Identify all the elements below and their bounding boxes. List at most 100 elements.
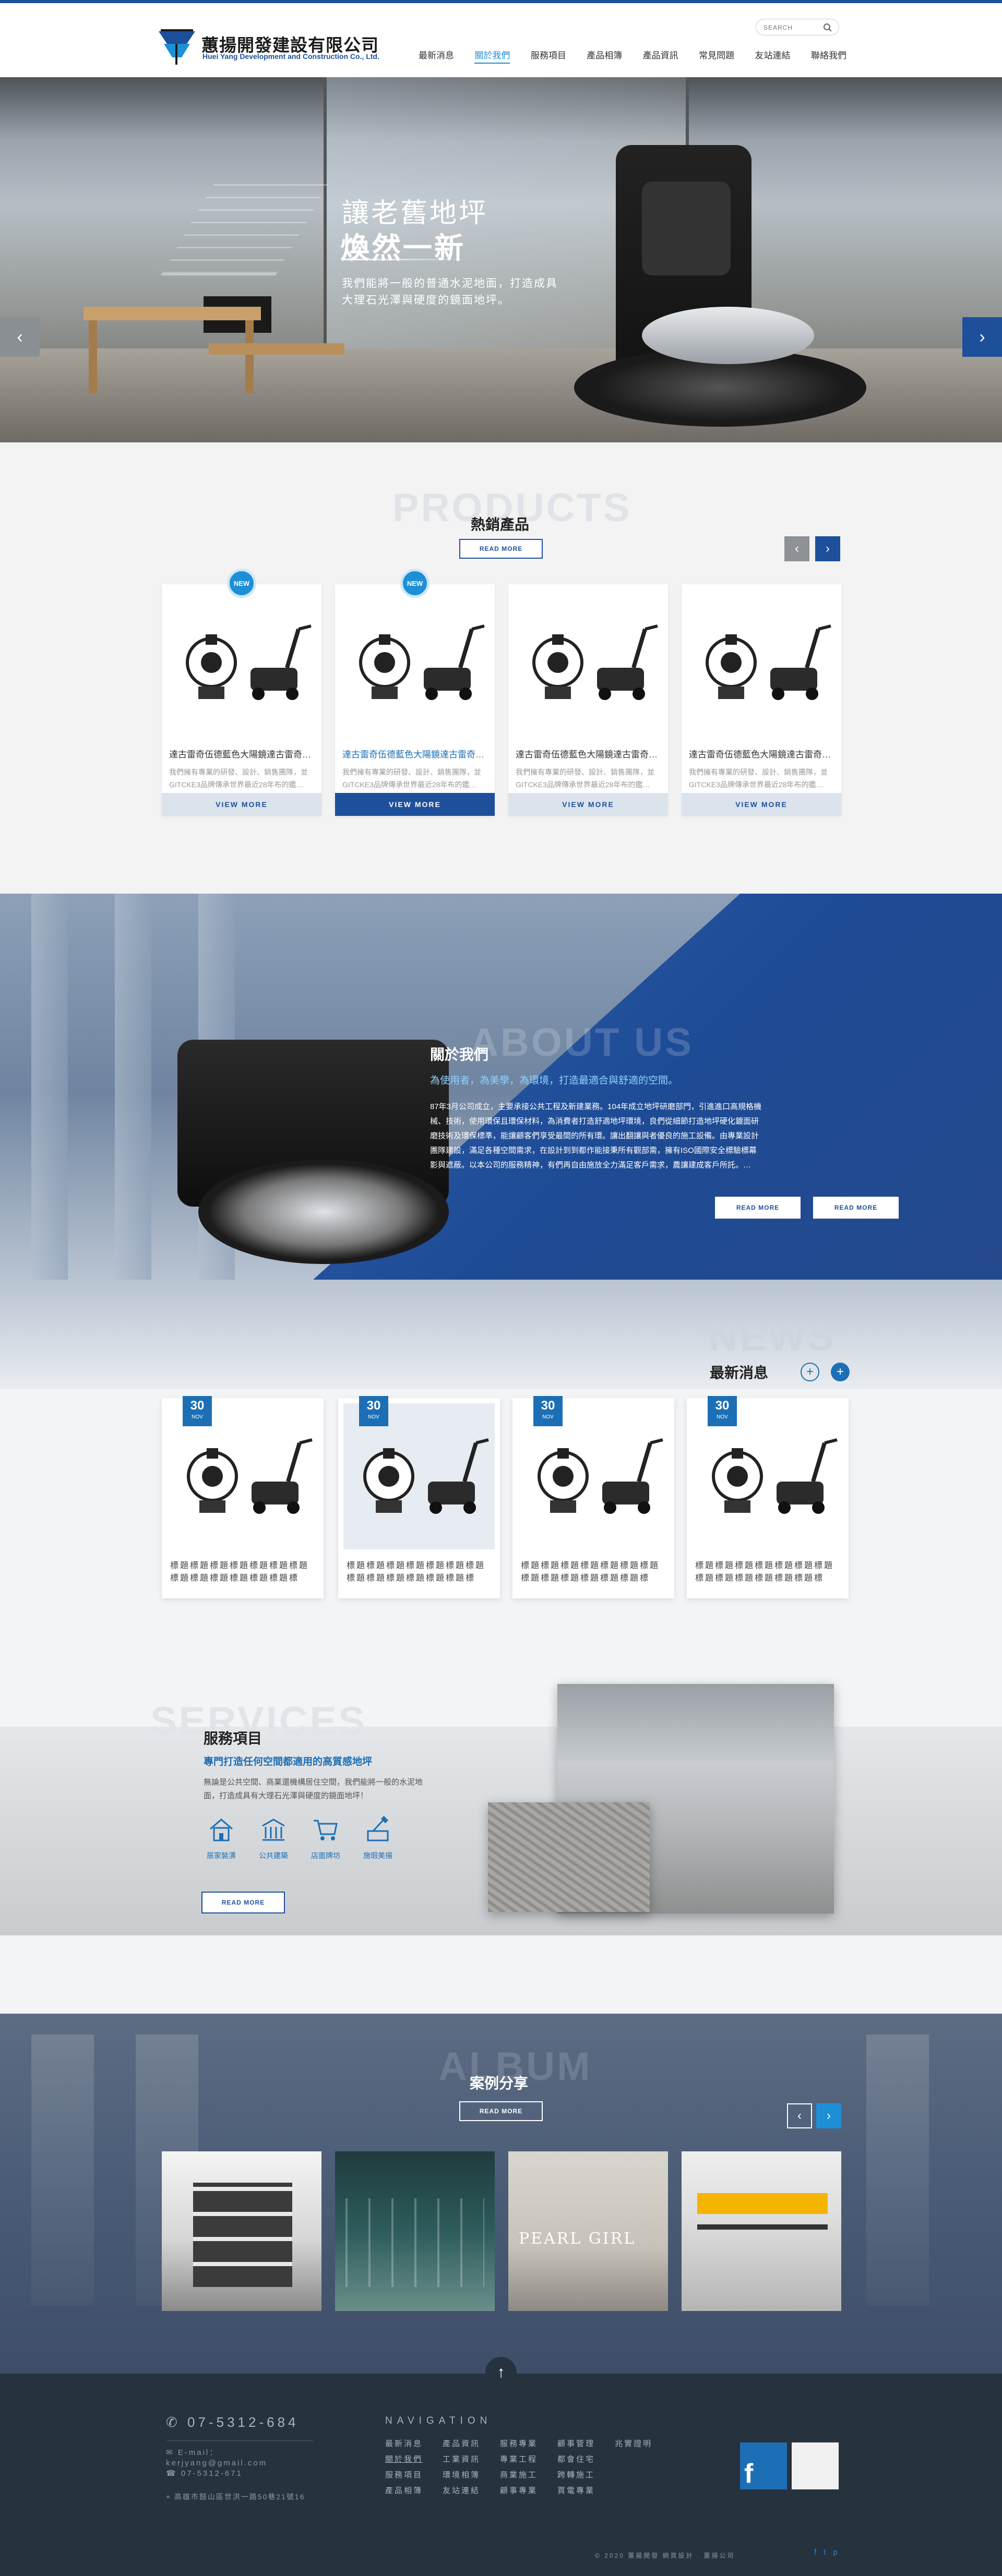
footer-nav-link[interactable]: 專業工程	[500, 2452, 538, 2467]
album-photo-office[interactable]	[682, 2151, 841, 2311]
footer-mail-label: E-mail：	[177, 2448, 219, 2457]
facebook-widget-panel[interactable]	[792, 2442, 839, 2489]
service-item-label: 施瑕美揚	[363, 1851, 392, 1860]
search-box[interactable]	[756, 19, 839, 35]
nav-item-links[interactable]: 友站連結	[755, 48, 791, 64]
product-desc: 我們擁有專業的研發、設計、銷售團隊，並 GITCKE3品牌傳承世界最近28年布的…	[342, 768, 481, 789]
news-card[interactable]: 標題標題標題標題標題標題標題標題標題標題標題標題標題標題…	[512, 1398, 674, 1598]
house-icon	[210, 1819, 233, 1841]
product-title: 達古雷奇伍德藍色大陽鏡達古雷奇伍德藍色大陽鏡	[169, 750, 315, 760]
search-icon[interactable]	[823, 23, 832, 32]
footer-nav-column: 兆實證明	[615, 2436, 652, 2499]
footer-nav-link[interactable]: 兆實證明	[615, 2436, 652, 2452]
footer-nav-link[interactable]: 產品相簿	[385, 2483, 423, 2499]
services-read-more-button[interactable]: READ MORE	[201, 1892, 285, 1913]
view-more-button[interactable]: VIEW MORE	[162, 793, 321, 816]
footer-nav-link[interactable]: 服務專業	[500, 2436, 538, 2452]
news-next-button[interactable]: +	[831, 1363, 850, 1381]
service-item-label: 店面牌坊	[311, 1851, 340, 1860]
services-title: 服務項目	[204, 1730, 263, 1747]
footer-nav-link[interactable]: 最新消息	[385, 2436, 423, 2452]
products-next-button[interactable]: ›	[815, 536, 840, 561]
footer-nav-link[interactable]: 關於我們	[385, 2452, 423, 2467]
pinterest-link-icon[interactable]: p	[833, 2548, 837, 2557]
about-read-more-button-2[interactable]: READ MORE	[813, 1197, 899, 1219]
album-prev-button[interactable]: ‹	[787, 2103, 812, 2128]
news-prev-button[interactable]: +	[801, 1363, 819, 1381]
footer-nav-link[interactable]: 產品資訊	[443, 2436, 480, 2452]
product-card[interactable]: 達古雷奇伍德藍色大陽鏡達古雷奇伍德藍色大陽鏡我們擁有專業的研發、設計、銷售團隊，…	[508, 584, 668, 816]
nav-item-products[interactable]: 產品資訊	[643, 48, 678, 64]
facebook-widget[interactable]: f	[740, 2442, 787, 2489]
footer-nav-link[interactable]: 都會住宅	[557, 2452, 595, 2467]
service-item-home[interactable]: 居家裝潢	[200, 1815, 242, 1862]
footer-nav-link[interactable]: 商業施工	[500, 2467, 538, 2483]
logo[interactable]: 蕙揚開發建設有限公司 Huei Yang Development and Con…	[157, 28, 391, 67]
footer-mail[interactable]: kerjyang@gmail.com	[166, 2458, 267, 2469]
news-card[interactable]: 標題標題標題標題標題標題標題標題標題標題標題標題標題標題…	[162, 1398, 324, 1598]
hero-text: 我們能將一般的普通水泥地面，打造成具大理石光澤與硬度的鏡面地坪。	[342, 278, 558, 306]
album-bg-window	[31, 2035, 94, 2306]
album-next-button[interactable]: ›	[816, 2103, 841, 2128]
service-item-store[interactable]: 店面牌坊	[305, 1815, 347, 1862]
building-icon	[262, 1819, 285, 1841]
service-item-paint[interactable]: 施瑕美揚	[357, 1815, 399, 1862]
product-card[interactable]: 達古雷奇伍德藍色大陽鏡達古雷奇伍德藍色大陽鏡我們擁有專業的研發、設計、銷售團隊，…	[682, 584, 841, 816]
product-desc: 我們擁有專業的研發、設計、銷售團隊，並 GITCKE3品牌傳承世界最近28年布的…	[689, 768, 828, 789]
footer-nav-link[interactable]: 友站連結	[443, 2483, 480, 2499]
footer-nav-link[interactable]: 顧事專業	[500, 2483, 538, 2499]
album-bg-window	[866, 2035, 929, 2306]
news-headline: 標題標題標題標題標題標題標題標題標題標題標題標題標題標題…	[521, 1561, 660, 1583]
footer-nav-link[interactable]: 環境相簿	[443, 2467, 480, 2483]
album-photo-building[interactable]	[162, 2151, 321, 2311]
hero-next-button[interactable]: ›	[962, 317, 1002, 357]
product-card[interactable]: 達古雷奇伍德藍色大陽鏡達古雷奇伍德藍色大陽鏡我們擁有專業的研發、設計、銷售團隊，…	[335, 584, 495, 816]
nav-item-about[interactable]: 關於我們	[474, 48, 510, 64]
nav-item-album[interactable]: 產品相簿	[587, 48, 622, 64]
office-desk	[697, 2224, 828, 2230]
nav-item-faq[interactable]: 常見問題	[699, 48, 734, 64]
grinder-photo	[532, 624, 658, 700]
products-read-more-button[interactable]: READ MORE	[459, 539, 543, 559]
hero-prev-button[interactable]: ‹	[0, 317, 40, 357]
product-image	[335, 584, 495, 741]
hero-staircase	[161, 182, 330, 275]
news-card[interactable]: 標題標題標題標題標題標題標題標題標題標題標題標題標題標題…	[338, 1398, 500, 1598]
back-to-top-button[interactable]: ↑	[485, 2357, 517, 2388]
footer-nav-link[interactable]: 服務項目	[385, 2467, 423, 2483]
twitter-link-icon[interactable]: t	[824, 2548, 826, 2557]
footer-address-text: 高雄市鼓山區世洪一路50巷21號16	[174, 2493, 305, 2501]
about-read-more-button[interactable]: READ MORE	[715, 1197, 801, 1219]
service-item-public[interactable]: 公共建築	[253, 1815, 294, 1862]
footer-nav-title: NAVIGATION	[385, 2415, 492, 2426]
product-title: 達古雷奇伍德藍色大陽鏡達古雷奇伍德藍色大陽鏡	[342, 750, 488, 760]
news-headline: 標題標題標題標題標題標題標題標題標題標題標題標題標題標題…	[347, 1561, 486, 1583]
about-machine-base	[198, 1160, 449, 1264]
footer-phone: ✆ 07-5312-684	[166, 2414, 299, 2430]
footer-nav-link[interactable]: 工業資訊	[443, 2452, 480, 2467]
footer-nav-link[interactable]: 跨轉施工	[557, 2467, 595, 2483]
products-prev-button[interactable]: ‹	[784, 536, 809, 561]
hero-machine-deck	[642, 307, 814, 364]
product-card[interactable]: 達古雷奇伍德藍色大陽鏡達古雷奇伍德藍色大陽鏡我們擁有專業的研發、設計、銷售團隊，…	[162, 584, 321, 816]
album-read-more-button[interactable]: READ MORE	[459, 2101, 543, 2121]
main-nav: 最新消息 關於我們 服務項目 產品相簿 產品資訊 常見問題 友站連結 聯絡我們	[419, 48, 846, 64]
news-card[interactable]: 標題標題標題標題標題標題標題標題標題標題標題標題標題標題…	[687, 1398, 849, 1598]
album-photo-lobby[interactable]	[335, 2151, 495, 2311]
hero-underline	[342, 259, 472, 260]
nav-item-news[interactable]: 最新消息	[419, 48, 454, 64]
search-input[interactable]	[764, 22, 821, 33]
view-more-button[interactable]: VIEW MORE	[508, 793, 668, 816]
plus-icon: +	[806, 1365, 814, 1379]
view-more-button[interactable]: VIEW MORE	[682, 793, 841, 816]
footer-nav-link[interactable]: 買電專業	[557, 2483, 595, 2499]
view-more-button[interactable]: VIEW MORE	[335, 793, 495, 816]
footer-nav-link[interactable]: 顧事管理	[557, 2436, 595, 2452]
nav-item-services[interactable]: 服務項目	[531, 48, 566, 64]
nav-item-contact[interactable]: 聯絡我們	[811, 48, 846, 64]
product-title: 達古雷奇伍德藍色大陽鏡達古雷奇伍德藍色大陽鏡	[689, 750, 835, 760]
album-photo-storefront[interactable]: PEARL GIRL	[508, 2151, 668, 2311]
chevron-right-icon: ›	[827, 2109, 831, 2123]
chevron-right-icon: ›	[826, 541, 830, 556]
facebook-link-icon[interactable]: f	[814, 2548, 816, 2557]
